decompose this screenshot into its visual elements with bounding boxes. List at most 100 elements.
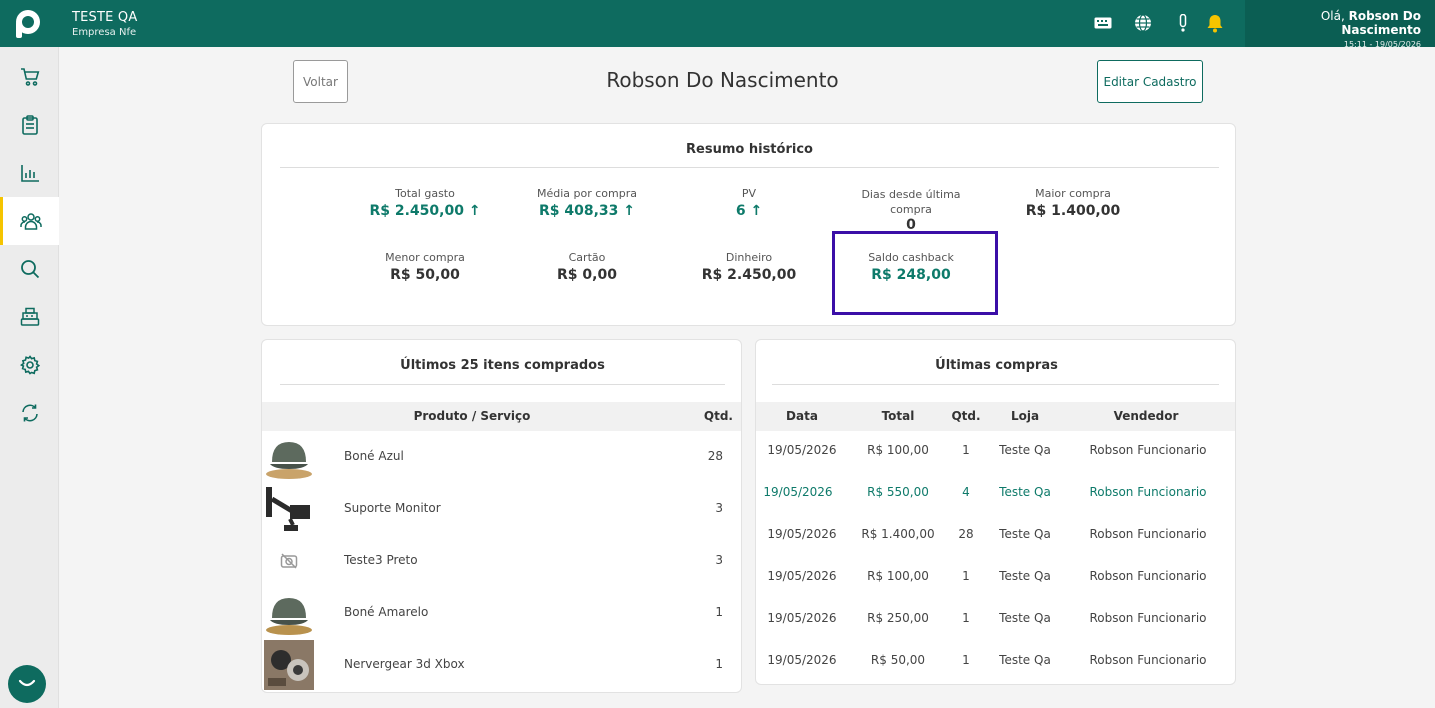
table-row[interactable]: 19/05/2026 R$ 50,00 1 Teste Qa Robson Funcio… (756, 641, 1235, 683)
keyboard-icon[interactable] (1093, 13, 1113, 33)
purchase-store: Teste Qa (999, 485, 1051, 499)
table-row[interactable]: Nervergear 3d Xbox 1 (262, 639, 741, 691)
purchase-total: R$ 550,00 (867, 485, 929, 499)
user-greeting[interactable]: Olá, Robson Do Nascimento 15:11 - 19/05/… (1245, 0, 1435, 49)
stat-label: Menor compra (385, 251, 465, 264)
company-info[interactable]: TESTE QA Empresa Nfe (72, 10, 137, 38)
product-qty: 3 (715, 501, 723, 515)
divider (772, 384, 1219, 385)
page-title: Robson Do Nascimento (606, 68, 839, 92)
recent-items-card: Últimos 25 itens comprados Produto / Ser… (261, 339, 742, 693)
recent-purchases-card: Últimas compras Data Total Qtd. Loja Ven… (755, 339, 1236, 685)
stat-largest-purchase: Maior compra R$ 1.400,00 (993, 187, 1153, 219)
table-row[interactable]: Suporte Monitor 3 (262, 483, 741, 535)
clipboard-icon (21, 115, 38, 135)
product-image (264, 589, 314, 637)
no-image-icon (264, 537, 314, 585)
column-total: Total (881, 409, 915, 423)
sidebar-item-sync[interactable] (0, 389, 59, 437)
sidebar-item-settings[interactable] (0, 341, 59, 389)
column-store: Loja (1010, 409, 1040, 423)
search-icon (20, 260, 39, 279)
product-qty: 28 (707, 449, 723, 463)
purchase-seller: Robson Funcionario (1089, 569, 1207, 583)
purchase-store: Teste Qa (999, 527, 1051, 541)
chat-icon[interactable] (8, 665, 46, 703)
stat-card: Cartão R$ 0,00 (507, 251, 667, 283)
purchase-date: 19/05/2026 (767, 569, 837, 583)
purchase-qty: 1 (962, 569, 970, 583)
product-name: Boné Amarelo (344, 605, 429, 619)
summary-title: Resumo histórico (686, 142, 813, 157)
divider (280, 384, 725, 385)
table-row[interactable]: Teste3 Preto 3 (262, 535, 741, 587)
recent-purchases-title: Últimas compras (935, 358, 1058, 373)
stat-value: R$ 408,33 (538, 203, 619, 219)
sidebar-item-orders[interactable] (0, 101, 59, 149)
stat-average-purchase: Média por compra R$ 408,33 ↑ (507, 187, 667, 219)
purchase-seller: Robson Funcionario (1089, 443, 1207, 457)
divider (280, 167, 1219, 168)
product-qty: 3 (715, 553, 723, 567)
table-row[interactable]: Boné Amarelo 1 (262, 587, 741, 639)
purchase-total: R$ 100,00 (867, 443, 929, 457)
sidebar-item-customers[interactable] (0, 197, 59, 245)
product-image (264, 433, 314, 481)
product-name: Teste3 Preto (344, 553, 418, 567)
product-qty: 1 (715, 605, 723, 619)
bell-icon[interactable] (1205, 13, 1225, 33)
bar-chart-icon (20, 165, 39, 182)
arrow-up-icon: ↑ (750, 203, 763, 219)
purchase-store: Teste Qa (999, 443, 1051, 457)
product-name: Nervergear 3d Xbox (344, 657, 465, 671)
table-row[interactable]: 19/05/2026 R$ 550,00 4 Teste Qa Robson Funci… (756, 473, 1235, 515)
purchase-seller: Robson Funcionario (1089, 485, 1207, 499)
stat-label: Total gasto (395, 187, 455, 200)
stat-value: R$ 50,00 (390, 267, 460, 283)
greeting-prefix: Olá, (1320, 9, 1345, 23)
sidebar-item-cash-register[interactable] (0, 293, 59, 341)
table-row[interactable]: Boné Azul 28 (262, 431, 741, 483)
back-button[interactable]: Voltar (293, 60, 348, 103)
table-header: Data Total Qtd. Loja Vendedor (756, 402, 1235, 431)
purchase-date: 19/05/2026 (767, 527, 837, 541)
purchase-date: 19/05/2026 (767, 443, 837, 457)
cash-register-icon (20, 307, 39, 326)
table-row[interactable]: 19/05/2026 R$ 1.400,00 28 Teste Qa Robson Fu… (756, 515, 1235, 557)
cart-icon (20, 68, 39, 86)
table-row[interactable]: 19/05/2026 R$ 250,00 1 Teste Qa Robson Funci… (756, 599, 1235, 641)
recent-items-title: Últimos 25 itens comprados (400, 358, 605, 373)
stat-value: R$ 1.400,00 (1025, 203, 1121, 219)
table-row[interactable]: 19/05/2026 R$ 100,00 1 Teste Qa Robson Funci… (756, 431, 1235, 473)
stat-value: R$ 2.450,00 (701, 267, 797, 283)
column-product: Produto / Serviço (413, 409, 531, 423)
stat-label: Maior compra (1035, 187, 1111, 200)
sidebar-item-sales[interactable] (0, 53, 59, 101)
table-row[interactable]: 19/05/2026 R$ 100,00 1 Teste Qa Robson Funci… (756, 557, 1235, 599)
column-seller: Vendedor (1113, 409, 1179, 423)
globe-icon[interactable] (1133, 13, 1153, 33)
alert-icon[interactable] (1173, 13, 1193, 33)
current-datetime: 15:11 - 19/05/2026 (1343, 40, 1421, 49)
user-name: Robson Do Nascimento (1341, 9, 1421, 37)
stat-label: Média por compra (536, 187, 637, 200)
stat-label: Dias desde última compra (861, 188, 961, 216)
app-logo-icon[interactable] (12, 8, 44, 40)
purchase-store: Teste Qa (999, 611, 1051, 625)
product-image (264, 485, 314, 533)
purchase-qty: 1 (962, 611, 970, 625)
company-name: TESTE QA (72, 10, 138, 25)
stat-label: PV (741, 187, 757, 200)
sidebar-item-search[interactable] (0, 245, 59, 293)
summary-card: Resumo histórico Total gasto R$ 2.450,00… (261, 123, 1236, 326)
company-subtitle: Empresa Nfe (72, 27, 137, 38)
purchase-seller: Robson Funcionario (1089, 611, 1207, 625)
sidebar-item-reports[interactable] (0, 149, 59, 197)
top-bar: TESTE QA Empresa Nfe Olá, Robson Do Nasc… (0, 0, 1435, 49)
product-qty: 1 (715, 657, 723, 671)
arrow-up-icon: ↑ (468, 203, 481, 219)
table-header: Produto / Serviço Qtd. (262, 402, 741, 431)
edit-profile-button[interactable]: Editar Cadastro (1097, 60, 1203, 103)
stat-total-spent: Total gasto R$ 2.450,00 ↑ (345, 187, 505, 219)
purchase-date: 19/05/2026 (767, 653, 837, 667)
